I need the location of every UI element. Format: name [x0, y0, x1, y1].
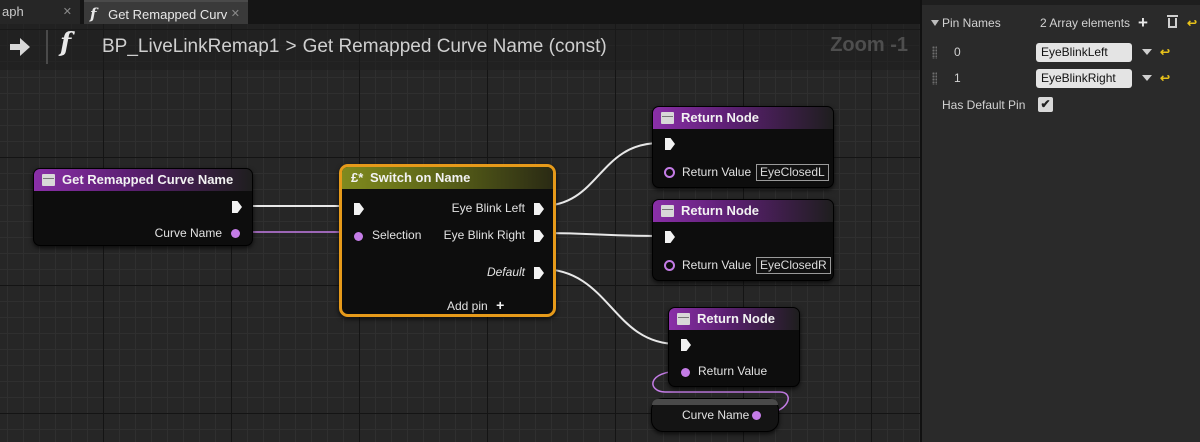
node-title: Switch on Name	[370, 170, 471, 185]
exec-in-pin[interactable]	[665, 231, 675, 243]
reset-icon[interactable]: ↩	[1160, 71, 1170, 85]
curve-name-out-pin[interactable]	[752, 411, 761, 420]
pin-label: Return Value	[682, 258, 752, 272]
return-node-1[interactable]: Return Node Return Value EyeClosedL	[652, 106, 834, 188]
has-default-pin-checkbox[interactable]: ✔	[1038, 97, 1053, 112]
return-node-icon	[661, 205, 674, 217]
exec-wire	[540, 232, 661, 237]
exec-in-pin[interactable]	[681, 339, 691, 351]
add-pin-label: Add pin	[447, 299, 488, 313]
tab-bar: aph ✕ f Get Remapped Curv ✕	[0, 0, 920, 24]
expand-arrow-icon[interactable]	[931, 20, 939, 26]
add-element-icon[interactable]: +	[1138, 13, 1148, 33]
has-default-pin-label: Has Default Pin	[942, 98, 1026, 112]
pin-label: Eye Blink Left	[451, 201, 525, 215]
pin-label: Curve Name	[682, 408, 750, 422]
node-header: Get Remapped Curve Name	[34, 169, 252, 191]
array-element-row: 1 EyeBlinkRight ↩	[922, 64, 1200, 92]
exec-in-pin[interactable]	[665, 138, 675, 150]
node-header: £* Switch on Name	[342, 167, 553, 189]
pin-label: Return Value	[682, 165, 752, 179]
return-value-pin[interactable]	[681, 368, 690, 377]
graph-editor[interactable]: f BP_LiveLinkRemap1 > Get Remapped Curve N…	[0, 24, 920, 442]
details-panel: Pin Names 2 Array elements + ↩ 0 EyeBlin…	[920, 0, 1200, 442]
tab-event-graph[interactable]: aph ✕	[0, 0, 80, 24]
pin-names-label: Pin Names	[942, 16, 1001, 30]
pin-label: Selection	[372, 228, 422, 242]
curve-name-getter-node[interactable]: Curve Name	[651, 398, 779, 432]
node-header: Return Node	[653, 200, 833, 222]
pin-name-field[interactable]: EyeBlinkRight	[1036, 69, 1132, 88]
dropdown-arrow-icon[interactable]	[1142, 49, 1152, 55]
selection-pin[interactable]	[354, 232, 363, 241]
array-count: 2 Array elements	[1040, 16, 1131, 30]
function-entry-icon	[42, 174, 55, 186]
element-index: 0	[954, 45, 961, 59]
reset-icon[interactable]: ↩	[1160, 45, 1170, 59]
return-value-field[interactable]: EyeClosedR	[756, 257, 831, 274]
tab-label: aph	[2, 4, 24, 19]
tab-get-remapped-curve-name[interactable]: f Get Remapped Curv ✕	[84, 0, 248, 24]
panel-header-strip	[922, 0, 1200, 5]
node-header: Return Node	[653, 107, 833, 129]
pin-label: Curve Name	[154, 226, 222, 240]
pin-label: Return Value	[698, 364, 768, 378]
return-value-pin[interactable]	[664, 260, 675, 271]
pin-name-field[interactable]: EyeBlinkLeft	[1036, 43, 1132, 62]
function-entry-node[interactable]: Get Remapped Curve Name Curve Name	[33, 168, 253, 246]
element-index: 1	[954, 71, 961, 85]
eye-blink-right-out-pin[interactable]	[534, 230, 544, 242]
node-title: Get Remapped Curve Name	[62, 172, 234, 187]
tab-label: Get Remapped Curv	[108, 7, 228, 22]
eye-blink-left-out-pin[interactable]	[534, 203, 544, 215]
plus-icon: +	[496, 297, 505, 313]
switch-on-name-node[interactable]: £* Switch on Name Selection Eye Blink Le…	[339, 164, 556, 317]
return-value-pin[interactable]	[664, 167, 675, 178]
node-title: Return Node	[697, 311, 775, 326]
close-icon[interactable]: ✕	[63, 0, 72, 24]
node-title: Return Node	[681, 110, 759, 125]
dropdown-arrow-icon[interactable]	[1142, 75, 1152, 81]
curve-name-out-pin[interactable]	[231, 229, 240, 238]
close-icon[interactable]: ✕	[231, 2, 240, 26]
exec-out-pin[interactable]	[232, 201, 242, 213]
pin-label: Eye Blink Right	[443, 228, 525, 242]
switch-icon: £*	[351, 170, 364, 185]
add-pin-button[interactable]: Add pin +	[447, 297, 504, 315]
exec-in-pin[interactable]	[354, 203, 364, 215]
array-element-row: 0 EyeBlinkLeft ↩	[922, 38, 1200, 66]
drag-handle-icon[interactable]	[932, 46, 937, 59]
trash-icon[interactable]	[1167, 15, 1178, 28]
function-icon: f	[90, 5, 97, 23]
return-node-icon	[677, 313, 690, 325]
has-default-pin-row: Has Default Pin ✔	[922, 91, 1200, 119]
return-node-icon	[661, 112, 674, 124]
exec-wire	[540, 142, 661, 207]
reset-icon[interactable]: ↩	[1187, 16, 1197, 30]
return-value-field[interactable]: EyeClosedL	[756, 164, 829, 181]
pin-label: Default	[486, 265, 525, 279]
node-header: Return Node	[669, 308, 799, 330]
node-title: Return Node	[681, 203, 759, 218]
default-out-pin[interactable]	[534, 267, 544, 279]
drag-handle-icon[interactable]	[932, 72, 937, 85]
return-node-2[interactable]: Return Node Return Value EyeClosedR	[652, 199, 834, 281]
return-node-3[interactable]: Return Node Return Value	[668, 307, 800, 387]
pin-names-row: Pin Names 2 Array elements + ↩	[922, 9, 1200, 37]
